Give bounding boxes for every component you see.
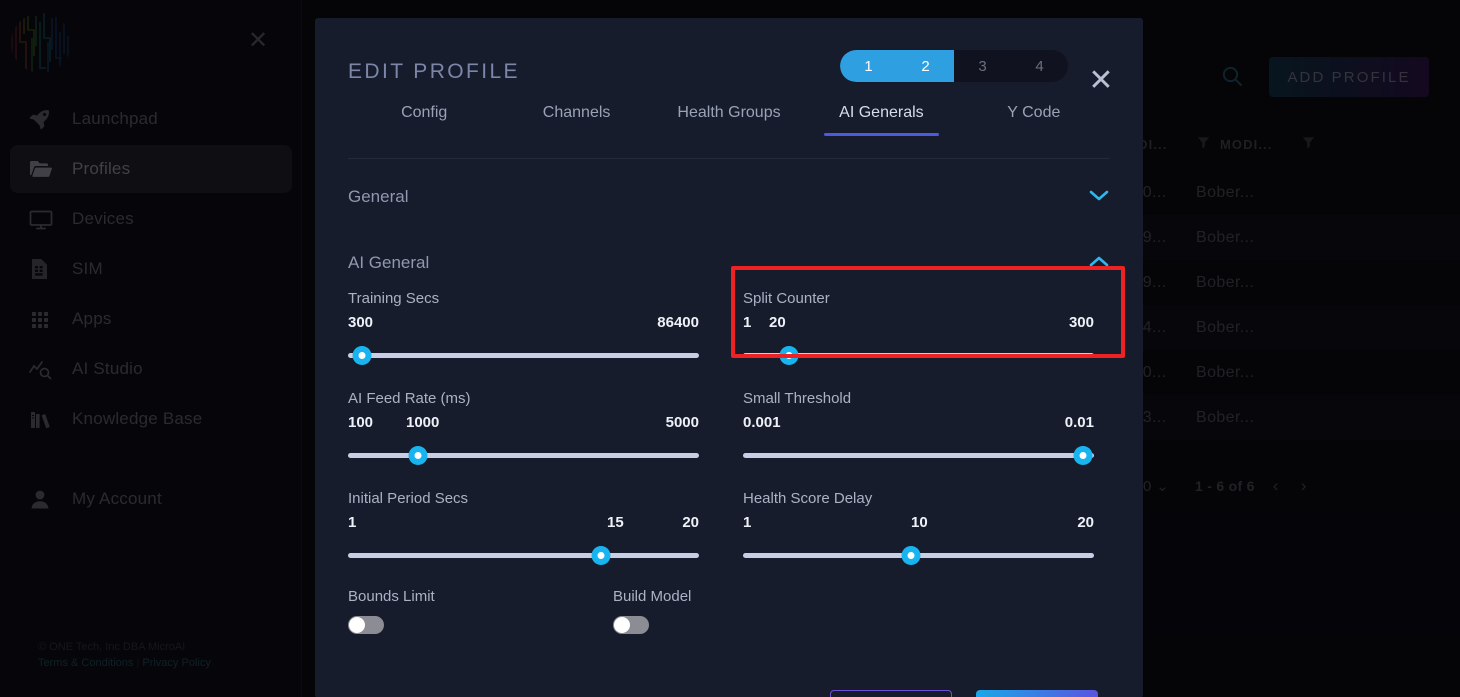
slider-thumb[interactable] [1073, 446, 1093, 465]
slider-health-score-delay: Health Score Delay 1 10 20 [729, 476, 1110, 576]
step-2[interactable]: 2 [897, 50, 954, 82]
step-3[interactable]: 3 [954, 50, 1011, 82]
slider-thumb[interactable] [591, 546, 611, 565]
section-header-ai-general[interactable]: AI General [348, 246, 1110, 280]
slider-row-3: Initial Period Secs 1 15 20 Health Score… [348, 476, 1110, 576]
slider-current-value: 20 [769, 314, 786, 331]
toggle-build-model: Build Model [613, 588, 878, 634]
tab-config[interactable]: Config [348, 96, 500, 136]
slider-max: 86400 [657, 314, 699, 331]
slider-values: 1 10 20 [743, 514, 1094, 538]
section-label: AI General [348, 253, 430, 272]
section-label: General [348, 187, 409, 206]
slider-control[interactable] [743, 446, 1094, 465]
slider-values: 100 1000 5000 [348, 414, 699, 438]
step-label: 1 [864, 57, 873, 75]
tab-ai-generals[interactable]: AI Generals [805, 96, 957, 136]
slider-values: 300 86400 [348, 314, 699, 338]
slider-label: Initial Period Secs [348, 490, 469, 507]
slider-control[interactable] [743, 546, 1094, 565]
toggle-label: Bounds Limit [348, 588, 435, 605]
step-indicator: 1 2 3 4 [840, 50, 1068, 82]
slider-training-secs: Training Secs 300 86400 [348, 276, 729, 376]
screen-root: ✕ Launchpad [0, 0, 1460, 697]
slider-max: 5000 [665, 414, 699, 431]
next-button[interactable]: NEXT [976, 690, 1098, 697]
slider-values: 1 20 300 [743, 314, 1094, 338]
tab-label: Config [401, 104, 448, 121]
modal-title: EDIT PROFILE [348, 60, 520, 83]
slider-min: 100 [348, 414, 374, 431]
step-4[interactable]: 4 [1011, 50, 1068, 82]
slider-min: 0.001 [743, 414, 781, 431]
slider-small-threshold: Small Threshold 0.001 0.01 [729, 376, 1110, 476]
tab-label: Y Code [1007, 104, 1061, 121]
section-header-general[interactable]: General [348, 180, 1110, 214]
step-label: 3 [978, 57, 987, 75]
step-label: 2 [921, 57, 930, 75]
tab-label: Health Groups [677, 104, 781, 121]
slider-current-value: 10 [911, 514, 928, 531]
slider-max: 20 [682, 514, 699, 531]
slider-track [348, 453, 699, 458]
header-divider [348, 158, 1110, 159]
slider-track [743, 453, 1094, 458]
slider-control[interactable] [348, 546, 699, 565]
slider-control[interactable] [348, 446, 699, 465]
slider-row-1: Training Secs 300 86400 Split Counter 1 … [348, 276, 1110, 376]
slider-min: 1 [348, 514, 357, 531]
slider-ai-feed-rate: AI Feed Rate (ms) 100 1000 5000 [348, 376, 729, 476]
tab-health-groups[interactable]: Health Groups [653, 96, 805, 136]
slider-control[interactable] [348, 346, 699, 365]
step-label: 4 [1035, 57, 1044, 75]
slider-row-2: AI Feed Rate (ms) 100 1000 5000 Small Th… [348, 376, 1110, 476]
slider-initial-period-secs: Initial Period Secs 1 15 20 [348, 476, 729, 576]
toggle-label: Build Model [613, 588, 692, 605]
build-model-switch[interactable] [613, 616, 649, 634]
tab-label: Channels [542, 104, 611, 121]
modal-header: EDIT PROFILE 1 2 3 4 ✕ Config Channels H… [315, 18, 1143, 159]
slider-track [348, 353, 699, 358]
slider-thumb[interactable] [408, 446, 428, 465]
modal-footer: CANCEL NEXT [315, 690, 1143, 697]
close-icon[interactable]: ✕ [1085, 66, 1117, 98]
cancel-button[interactable]: CANCEL [830, 690, 952, 697]
slider-current-value: 15 [607, 514, 624, 531]
bounds-limit-switch[interactable] [348, 616, 384, 634]
tab-label: AI Generals [839, 104, 924, 121]
slider-label: Health Score Delay [743, 490, 873, 507]
chevron-down-icon [1088, 188, 1110, 207]
tab-y-code[interactable]: Y Code [958, 96, 1110, 136]
slider-min: 1 [743, 514, 752, 531]
slider-max: 300 [1068, 314, 1094, 331]
toggle-bounds-limit: Bounds Limit [348, 588, 613, 634]
slider-label: Small Threshold [743, 390, 852, 407]
slider-max: 20 [1077, 514, 1094, 531]
step-1[interactable]: 1 [840, 50, 897, 82]
slider-min: 1 [743, 314, 752, 331]
slider-track [348, 553, 699, 558]
slider-label: AI Feed Rate (ms) [348, 390, 471, 407]
tab-channels[interactable]: Channels [500, 96, 652, 136]
slider-thumb[interactable] [779, 346, 799, 365]
slider-current-value: 1000 [406, 414, 440, 431]
slider-label: Training Secs [348, 290, 440, 307]
slider-control[interactable] [743, 346, 1094, 365]
chevron-up-icon [1088, 254, 1110, 273]
slider-values: 1 15 20 [348, 514, 699, 538]
slider-max: 0.01 [1064, 414, 1094, 431]
slider-thumb[interactable] [901, 546, 921, 565]
ai-general-fields: Training Secs 300 86400 Split Counter 1 … [348, 276, 1110, 576]
slider-values: 0.001 0.01 [743, 414, 1094, 438]
modal-tabs: Config Channels Health Groups AI General… [348, 96, 1110, 140]
slider-thumb[interactable] [352, 346, 372, 365]
slider-min: 300 [348, 314, 374, 331]
slider-label: Split Counter [743, 290, 830, 307]
slider-split-counter: Split Counter 1 20 300 [729, 276, 1110, 376]
toggle-row: Bounds Limit Build Model [348, 588, 1110, 634]
edit-profile-modal: EDIT PROFILE 1 2 3 4 ✕ Config Channels H… [315, 18, 1143, 697]
